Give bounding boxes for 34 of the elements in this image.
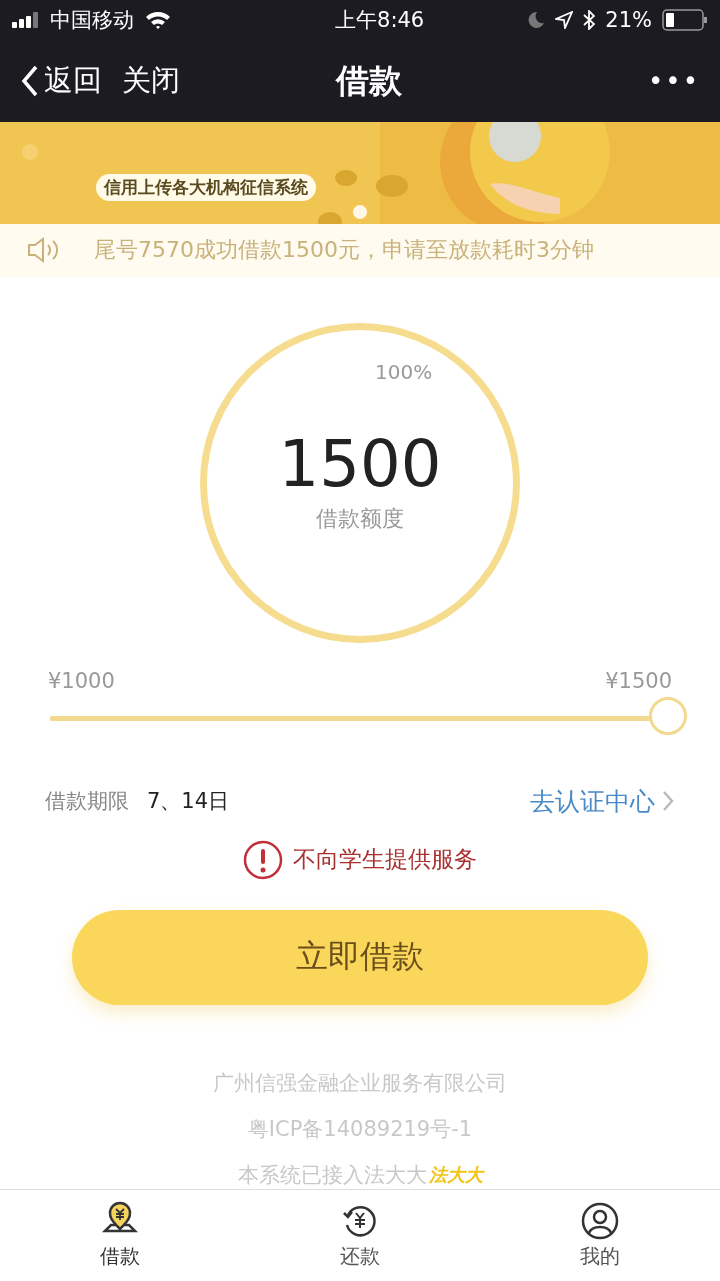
chevron-left-icon: [20, 64, 40, 98]
min-amount: ¥1000: [48, 668, 115, 693]
tab-item[interactable]: 我的: [480, 1189, 720, 1281]
brand-logo: 法大大: [428, 1162, 483, 1187]
battery-percent: 21%: [605, 8, 652, 32]
moon-icon: [527, 11, 546, 29]
more-button[interactable]: •••: [647, 66, 700, 96]
clock-time: 上午8:46: [335, 7, 425, 34]
term-label: 借款期限: [45, 788, 129, 816]
banner-caption: 信用上传各大机构征信系统: [96, 174, 316, 201]
max-amount: ¥1500: [605, 668, 672, 693]
quota-amount: 1500: [278, 431, 442, 496]
page-title: 借款: [336, 59, 402, 102]
tab-item[interactable]: 借款: [0, 1189, 240, 1281]
battery-icon: [662, 9, 708, 31]
tab-item[interactable]: 还款: [240, 1189, 480, 1281]
back-button[interactable]: 返回: [20, 61, 102, 101]
quota-percent: 100%: [375, 359, 433, 384]
signal-icon: [12, 12, 40, 28]
wifi-icon: [144, 10, 172, 30]
user-icon: [580, 1200, 620, 1241]
borrow-now-button[interactable]: 立即借款: [72, 909, 648, 1005]
location-arrow-icon: [555, 11, 574, 29]
speaker-icon: [26, 236, 60, 265]
exclamation-icon: [243, 839, 283, 880]
bluetooth-icon: [583, 10, 596, 30]
verification-center-link[interactable]: 去认证中心: [530, 784, 675, 818]
slider-thumb[interactable]: [649, 697, 687, 736]
quota-label: 借款额度: [316, 504, 404, 533]
close-button[interactable]: 关闭: [122, 61, 180, 101]
carrier-name: 中国移动: [50, 7, 134, 34]
warning-text: 不向学生提供服务: [293, 845, 477, 875]
term-value: 7、14日: [147, 788, 230, 816]
notice-text: 尾号7570成功借款1500元，申请至放款耗时3分钟: [94, 236, 594, 265]
